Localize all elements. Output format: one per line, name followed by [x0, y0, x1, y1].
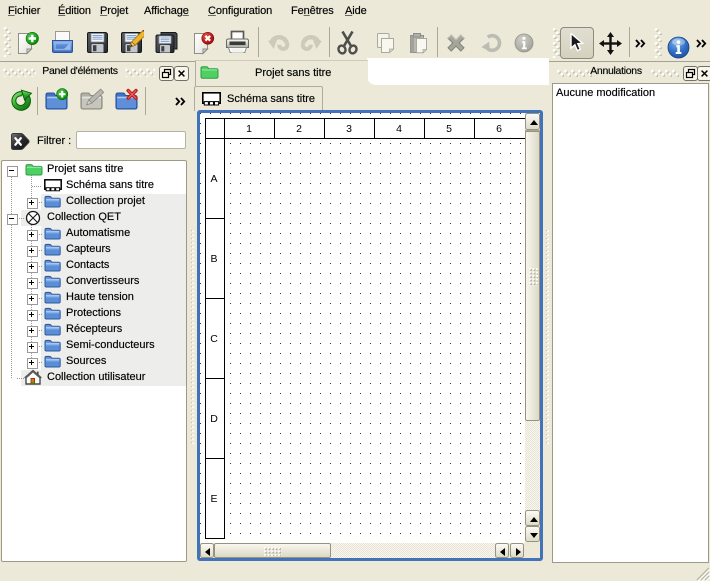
svg-text:B: B [210, 253, 217, 265]
svg-text:C: C [210, 333, 218, 345]
svg-text:5: 5 [446, 123, 452, 135]
svg-text:E: E [210, 493, 217, 505]
svg-text:2: 2 [296, 123, 302, 135]
svg-text:A: A [210, 173, 217, 185]
svg-text:1: 1 [246, 123, 252, 135]
svg-text:D: D [210, 413, 218, 425]
svg-text:4: 4 [396, 123, 402, 135]
svg-text:3: 3 [346, 123, 352, 135]
svg-text:6: 6 [496, 123, 502, 135]
